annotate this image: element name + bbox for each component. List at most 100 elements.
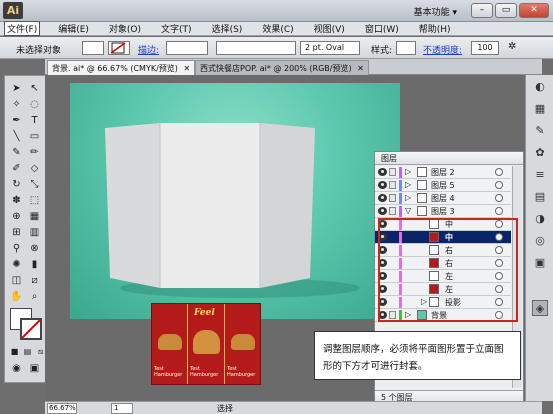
title-bar: Ai 基本功能 ▾ – ▭ ✕ bbox=[0, 0, 553, 22]
gradient-tool-icon[interactable]: ▥ bbox=[26, 225, 43, 240]
target-icon[interactable] bbox=[495, 181, 503, 189]
color-panel-icon[interactable]: ◐ bbox=[532, 79, 548, 95]
eyedropper-tool-icon[interactable]: ⚲ bbox=[8, 241, 25, 256]
layer-row[interactable]: ▷ 图层 4 bbox=[375, 192, 511, 205]
recolor-icon[interactable]: ✲ bbox=[508, 41, 516, 52]
flat-poster-artwork[interactable]: Test Hamburger Feel Test Hamburger Test … bbox=[151, 303, 261, 385]
zoom-field[interactable]: 66.67% bbox=[47, 403, 77, 414]
opacity-label[interactable]: 不透明度: bbox=[423, 43, 462, 56]
symbols-panel-icon[interactable]: ✿ bbox=[532, 145, 548, 161]
free-transform-tool-icon[interactable]: ⬚ bbox=[26, 193, 43, 208]
lasso-tool-icon[interactable]: ◌ bbox=[26, 97, 43, 112]
target-icon[interactable] bbox=[495, 194, 503, 202]
variable-width-profile[interactable] bbox=[216, 41, 296, 55]
perspective-grid-tool-icon[interactable]: ▦ bbox=[26, 209, 43, 224]
scale-tool-icon[interactable]: ⤡ bbox=[26, 177, 43, 192]
tab-fastfood-pop[interactable]: 西式快餐店POP. ai* @ 200% (RGB/预览) ✕ bbox=[195, 60, 369, 75]
lock-icon[interactable] bbox=[389, 194, 396, 202]
type-tool-icon[interactable]: T bbox=[26, 113, 43, 128]
opacity-field[interactable]: 100 bbox=[471, 41, 499, 55]
minimize-button[interactable]: – bbox=[471, 3, 493, 18]
brush-definition[interactable]: 2 pt. Oval bbox=[300, 41, 360, 55]
symbol-sprayer-tool-icon[interactable]: ✺ bbox=[8, 257, 25, 272]
pen-tool-icon[interactable]: ✒ bbox=[8, 113, 25, 128]
hand-tool-icon[interactable]: ✋ bbox=[8, 289, 25, 304]
swatches-panel-icon[interactable]: ▦ bbox=[532, 101, 548, 117]
transparency-panel-icon[interactable]: ◑ bbox=[532, 211, 548, 227]
menu-help[interactable]: 帮助(H) bbox=[417, 22, 453, 35]
menu-edit[interactable]: 编辑(E) bbox=[56, 22, 91, 35]
eye-icon[interactable] bbox=[378, 168, 387, 176]
menu-bar: 文件(F) 编辑(E) 对象(O) 文字(T) 选择(S) 效果(C) 视图(V… bbox=[0, 21, 553, 36]
poster-panel-left: Test Hamburger bbox=[152, 304, 188, 384]
stroke-weight-field[interactable] bbox=[166, 41, 208, 55]
fill-swatch[interactable] bbox=[82, 41, 104, 55]
tab-background[interactable]: 背景. ai* @ 66.67% (CMYK/预览) ✕ bbox=[47, 60, 196, 75]
control-bar: 未选择对象 描边: 2 pt. Oval 样式: 不透明度: 100 ✲ bbox=[0, 37, 553, 59]
gradient-panel-icon[interactable]: ▤ bbox=[532, 189, 548, 205]
rectangle-tool-icon[interactable]: ▭ bbox=[26, 129, 43, 144]
layer-row[interactable]: ▽ 图层 3 bbox=[375, 205, 511, 218]
eye-icon[interactable] bbox=[378, 207, 387, 215]
shape-builder-tool-icon[interactable]: ⊕ bbox=[8, 209, 25, 224]
graph-tool-icon[interactable]: ▮ bbox=[26, 257, 43, 272]
menu-type[interactable]: 文字(T) bbox=[159, 22, 194, 35]
rotate-tool-icon[interactable]: ↻ bbox=[8, 177, 25, 192]
tab-label: 西式快餐店POP. ai* @ 200% (RGB/预览) bbox=[200, 64, 352, 73]
layer-thumbnail bbox=[417, 167, 427, 177]
workspace-switcher[interactable]: 基本功能 ▾ bbox=[414, 5, 457, 18]
line-tool-icon[interactable]: ╲ bbox=[8, 129, 25, 144]
paintbrush-tool-icon[interactable]: ✎ bbox=[8, 145, 25, 160]
graphic-styles-panel-icon[interactable]: ▣ bbox=[532, 255, 548, 271]
eraser-tool-icon[interactable]: ◇ bbox=[26, 161, 43, 176]
maximize-button[interactable]: ▭ bbox=[495, 3, 517, 18]
layers-panel-icon[interactable]: ◈ bbox=[532, 300, 548, 316]
graphic-style-picker[interactable] bbox=[396, 41, 416, 55]
warp-tool-icon[interactable]: ✽ bbox=[8, 193, 25, 208]
mesh-tool-icon[interactable]: ⊞ bbox=[8, 225, 25, 240]
blob-brush-tool-icon[interactable]: ✐ bbox=[8, 161, 25, 176]
menu-view[interactable]: 视图(V) bbox=[312, 22, 347, 35]
menu-effect[interactable]: 效果(C) bbox=[260, 22, 295, 35]
brushes-panel-icon[interactable]: ✎ bbox=[532, 123, 548, 139]
stroke-color-swatch[interactable] bbox=[20, 318, 42, 340]
eye-icon[interactable] bbox=[378, 194, 387, 202]
expand-triangle-icon[interactable]: ▷ bbox=[405, 167, 411, 176]
expand-triangle-icon[interactable]: ▷ bbox=[405, 193, 411, 202]
expand-triangle-icon[interactable]: ▷ bbox=[405, 180, 411, 189]
selection-tool-icon[interactable]: ➤ bbox=[8, 81, 25, 96]
lock-icon[interactable] bbox=[389, 181, 396, 189]
menu-object[interactable]: 对象(O) bbox=[107, 22, 143, 35]
direct-selection-tool-icon[interactable]: ↖ bbox=[26, 81, 43, 96]
screen-mode-icon[interactable]: ▣ bbox=[26, 361, 43, 376]
target-icon[interactable] bbox=[495, 207, 503, 215]
stroke-swatch[interactable] bbox=[108, 41, 130, 55]
artboard-tool-icon[interactable]: ◫ bbox=[8, 273, 25, 288]
poster-brand: Feel bbox=[194, 308, 215, 318]
close-button[interactable]: ✕ bbox=[519, 3, 549, 18]
stroke-label[interactable]: 描边: bbox=[138, 43, 159, 56]
eye-icon[interactable] bbox=[378, 181, 387, 189]
tab-close-icon[interactable]: ✕ bbox=[357, 64, 364, 73]
stroke-panel-icon[interactable]: ≡ bbox=[532, 167, 548, 183]
menu-select[interactable]: 选择(S) bbox=[210, 22, 245, 35]
layer-row[interactable]: ▷ 图层 5 bbox=[375, 179, 511, 192]
appearance-panel-icon[interactable]: ◎ bbox=[532, 233, 548, 249]
layer-row[interactable]: ▷ 图层 2 bbox=[375, 166, 511, 179]
poster-panel-center: Feel Test Hamburger bbox=[188, 304, 225, 384]
lock-icon[interactable] bbox=[389, 168, 396, 176]
artboard-number-field[interactable]: 1 bbox=[111, 403, 133, 414]
magic-wand-tool-icon[interactable]: ✧ bbox=[8, 97, 25, 112]
menu-file[interactable]: 文件(F) bbox=[4, 21, 41, 36]
menu-window[interactable]: 窗口(W) bbox=[363, 22, 401, 35]
pencil-tool-icon[interactable]: ✏ bbox=[26, 145, 43, 160]
status-bar: 66.67% 1 选择 bbox=[45, 401, 542, 414]
blend-tool-icon[interactable]: ⊗ bbox=[26, 241, 43, 256]
draw-mode-icon[interactable]: ◉ bbox=[8, 361, 25, 376]
slice-tool-icon[interactable]: ⧄ bbox=[26, 273, 43, 288]
tab-close-icon[interactable]: ✕ bbox=[183, 64, 190, 73]
lock-icon[interactable] bbox=[389, 207, 396, 215]
collapse-triangle-icon[interactable]: ▽ bbox=[405, 206, 411, 215]
zoom-tool-icon[interactable]: ⌕ bbox=[26, 289, 43, 304]
target-icon[interactable] bbox=[495, 168, 503, 176]
